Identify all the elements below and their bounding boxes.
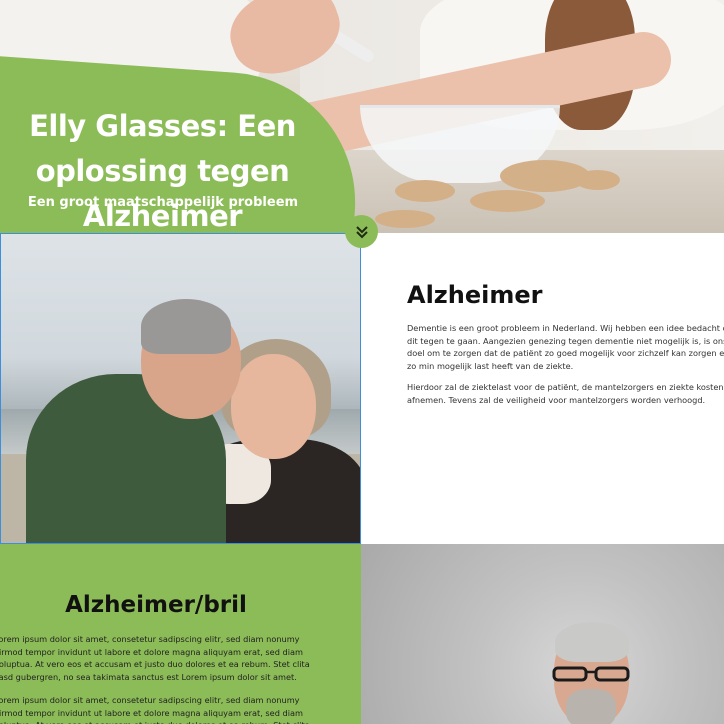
alzheimer-bril-paragraph-2: Lorem ipsum dolor sit amet, consetetur s… bbox=[0, 695, 310, 724]
hero-banner: Elly Glasses: Een oplossing tegen Alzhei… bbox=[0, 0, 724, 233]
hero-photo-cookie bbox=[395, 180, 455, 202]
alzheimer-bril-heading: Alzheimer/bril bbox=[65, 592, 247, 618]
hero-title-line1: Elly Glasses: Een bbox=[29, 109, 296, 143]
alzheimer-section: Alzheimer Dementie is een groot probleem… bbox=[361, 233, 724, 544]
photo-man-hair bbox=[555, 622, 629, 662]
photo-elderly-couple bbox=[0, 233, 361, 544]
alzheimer-bril-paragraph-1: Lorem ipsum dolor sit amet, consetetur s… bbox=[0, 634, 310, 682]
hero-title-line2: oplossing tegen Alzheimer bbox=[35, 154, 290, 233]
hero-subtitle: Een groot maatschappelijk probleem bbox=[27, 195, 299, 210]
alzheimer-bril-section: Alzheimer/bril Lorem ipsum dolor sit ame… bbox=[0, 544, 361, 724]
alzheimer-paragraph-1: Dementie is een groot probleem in Nederl… bbox=[407, 323, 724, 371]
chevron-double-down-icon bbox=[355, 225, 368, 238]
photo-man-with-glasses bbox=[361, 544, 724, 724]
photo-woman-face bbox=[231, 354, 316, 459]
alzheimer-heading: Alzheimer bbox=[407, 281, 543, 309]
hero-title: Elly Glasses: Een oplossing tegen Alzhei… bbox=[0, 104, 365, 233]
hero-photo-cookie bbox=[575, 170, 620, 190]
alzheimer-paragraph-2: Hierdoor zal de ziektelast voor de patië… bbox=[407, 382, 724, 405]
photo-man-beard bbox=[566, 689, 616, 724]
hero-photo-cookie bbox=[470, 190, 545, 212]
hero-photo-cookie bbox=[375, 210, 435, 228]
glasses-icon bbox=[552, 666, 630, 682]
scroll-down-button[interactable] bbox=[345, 215, 378, 248]
photo-man-hair bbox=[141, 299, 231, 354]
